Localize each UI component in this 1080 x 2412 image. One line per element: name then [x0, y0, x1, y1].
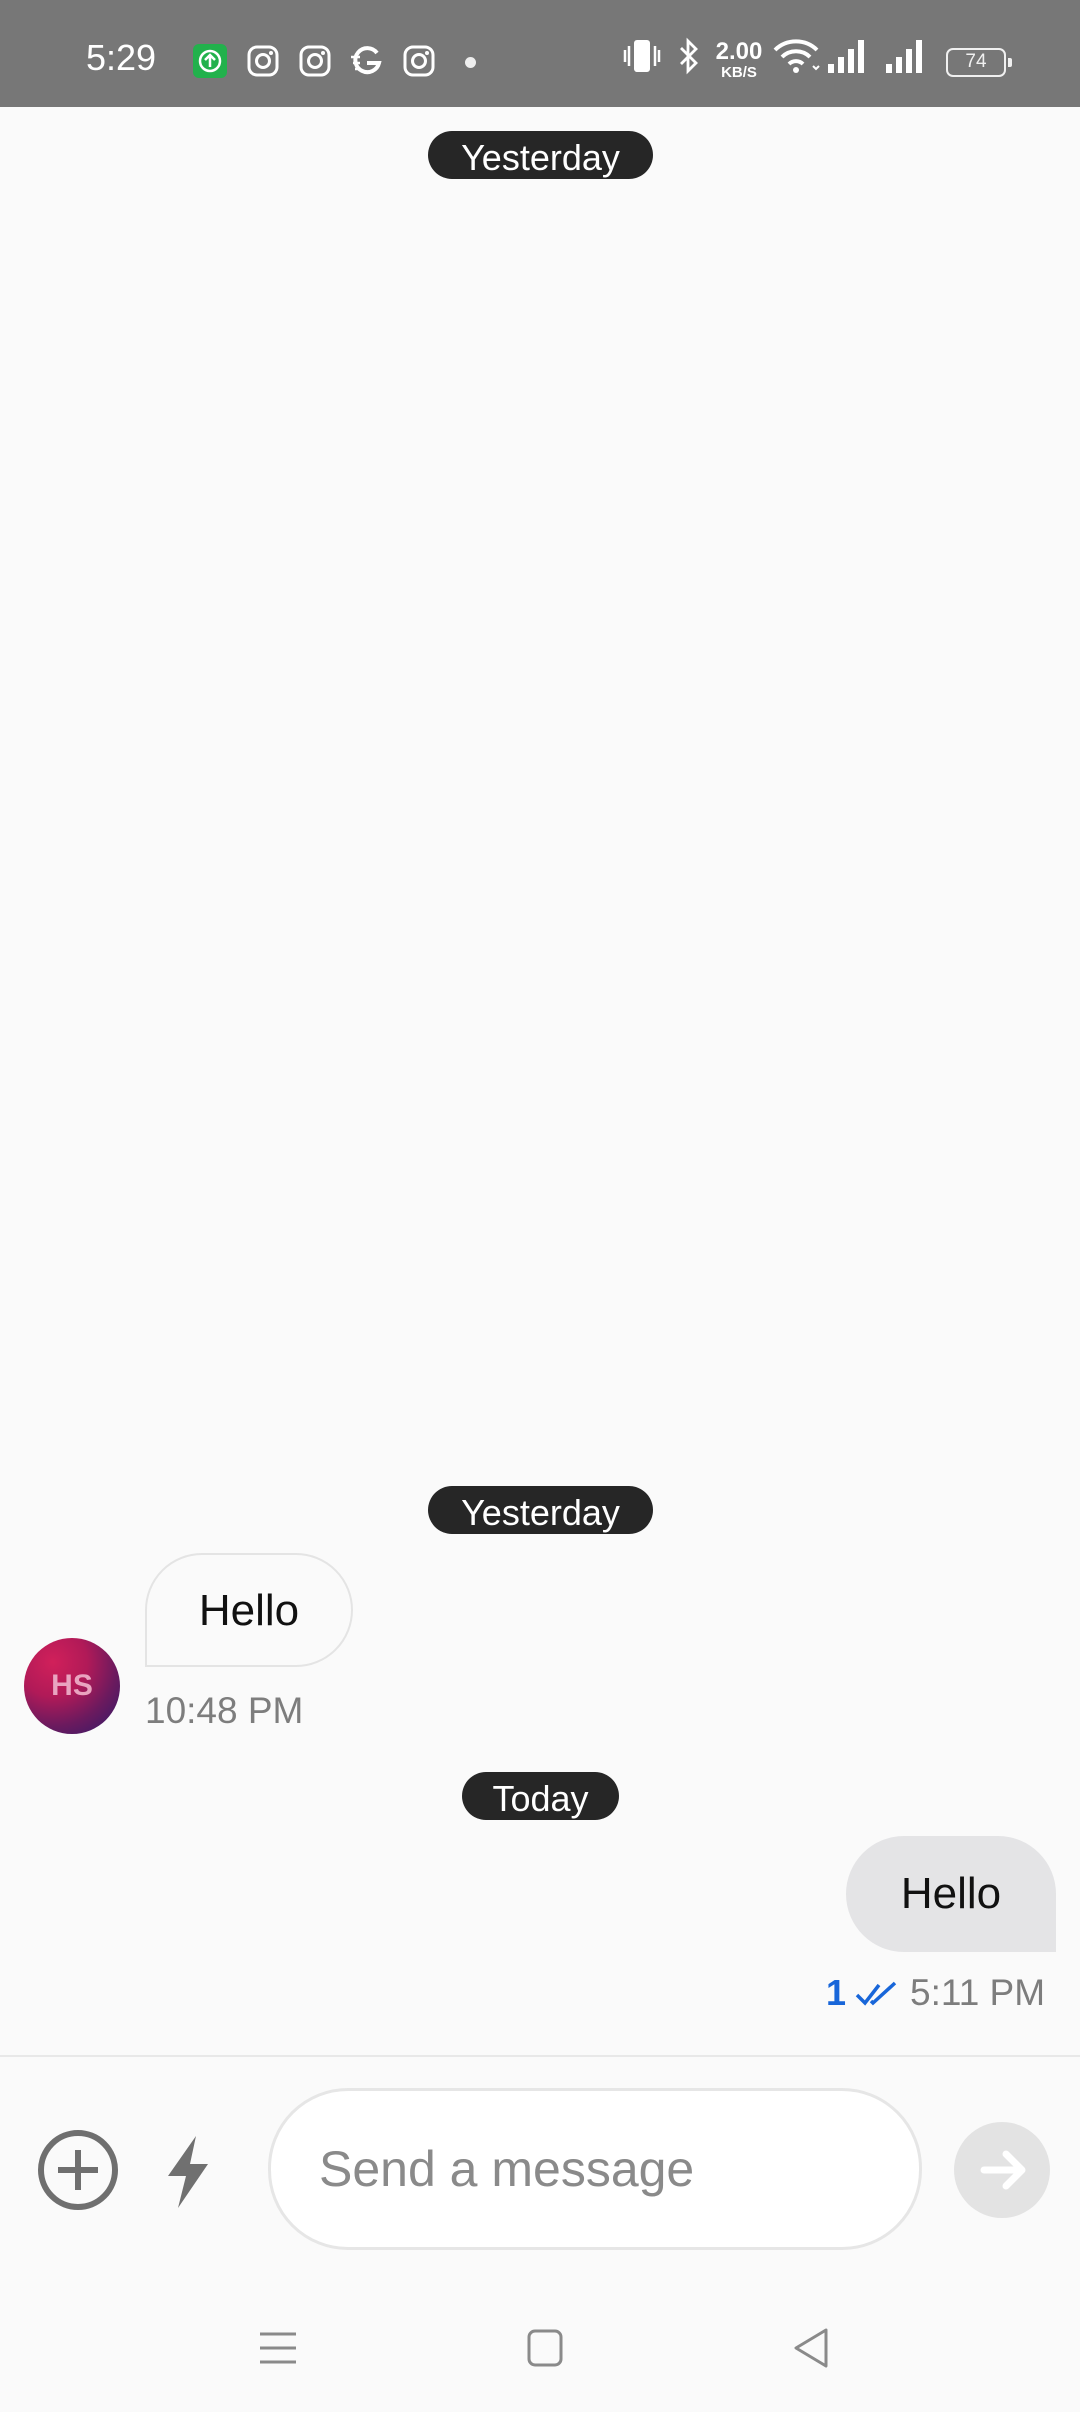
signal-icon: [886, 40, 922, 73]
instagram-icon: [247, 45, 279, 77]
wifi-icon: [773, 39, 820, 73]
instagram-icon: [403, 45, 435, 77]
date-separator: Yesterday: [428, 1486, 653, 1534]
add-attachment-button[interactable]: [36, 2128, 120, 2212]
network-speed: 2.00 KB/S: [710, 38, 768, 81]
menu-nav-icon[interactable]: [248, 2320, 308, 2376]
more-notifications-dot-icon: [465, 57, 476, 68]
composer-divider: [0, 2055, 1080, 2057]
double-check-icon: [855, 1981, 897, 2006]
date-separator: Today: [462, 1772, 619, 1820]
instagram-icon: [299, 45, 331, 77]
back-nav-icon[interactable]: [782, 2320, 842, 2376]
network-speed-unit: KB/S: [721, 64, 757, 81]
status-bar: 5:29 2.00 KB/S 74: [0, 0, 1080, 107]
signal-icon: [828, 40, 864, 73]
battery-icon: 74: [946, 48, 1012, 77]
g-app-icon: [351, 46, 382, 75]
bluetooth-icon: [680, 37, 698, 75]
upload-app-icon: [193, 44, 227, 78]
incoming-message-time: 10:48 PM: [145, 1690, 304, 1731]
send-button[interactable]: [954, 2122, 1050, 2218]
message-input[interactable]: [268, 2088, 922, 2250]
read-count: 1: [825, 1972, 846, 2013]
outgoing-message-bubble[interactable]: Hello: [846, 1836, 1056, 1952]
vibrate-icon: [623, 40, 661, 72]
lightning-bolt-button[interactable]: [160, 2134, 216, 2210]
outgoing-message-time: 5:11 PM: [910, 1972, 1046, 2013]
home-nav-icon[interactable]: [515, 2320, 575, 2376]
network-speed-value: 2.00: [715, 38, 763, 65]
status-time: 5:29: [86, 37, 157, 78]
incoming-message-bubble[interactable]: Hello: [145, 1553, 353, 1667]
contact-avatar[interactable]: HS: [24, 1638, 120, 1734]
arrow-right-icon: [980, 2150, 1026, 2190]
date-separator: Yesterday: [428, 131, 653, 179]
